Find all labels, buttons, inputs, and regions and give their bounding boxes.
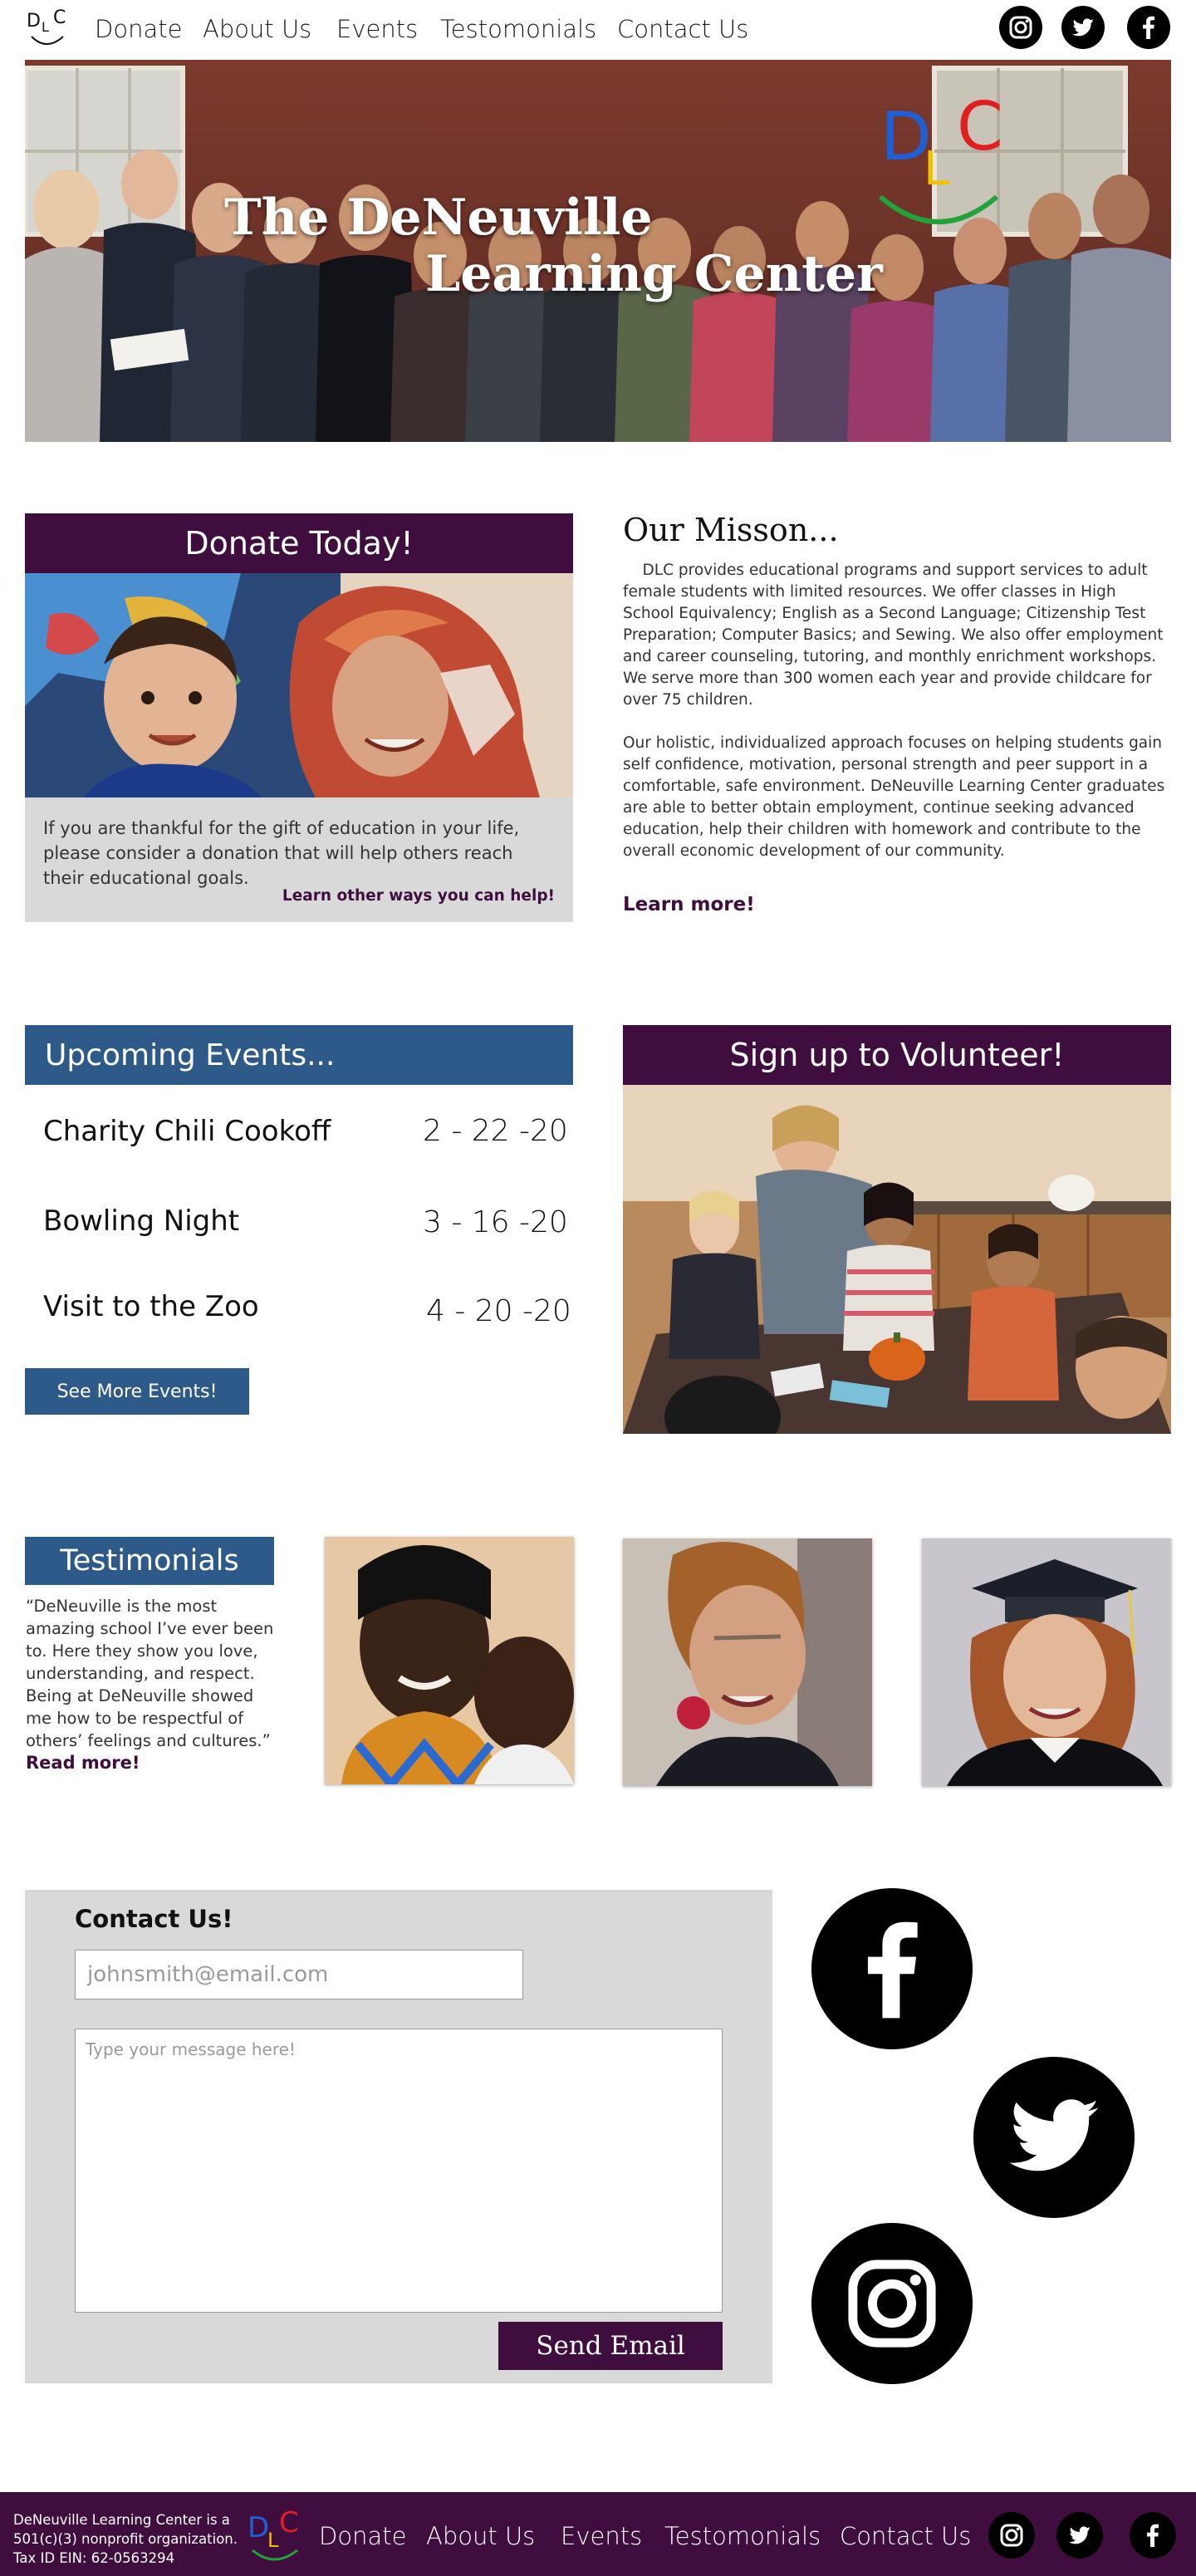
nav-about-us[interactable]: About Us — [203, 15, 311, 43]
nav-testimonials[interactable]: Testomonials — [440, 15, 596, 43]
nav-events[interactable]: Events — [336, 15, 418, 43]
twitter-icon[interactable] — [973, 2057, 1135, 2218]
hero-banner: D L C The DeNeuville Learning Center — [25, 60, 1171, 442]
svg-text:C: C — [53, 7, 66, 28]
footer-nav-contact-us[interactable]: Contact Us — [840, 2522, 971, 2550]
mission-heading: Our Misson... — [623, 512, 839, 548]
see-more-events-button[interactable]: See More Events! — [25, 1368, 249, 1415]
footer: DeNeuville Learning Center is a 501(c)(3… — [0, 2492, 1196, 2576]
testimonial-quote: “DeNeuville is the most amazing school I… — [26, 1595, 275, 1774]
mission-paragraph-1: DLC provides educational programs and su… — [623, 562, 1169, 709]
footer-nav-donate[interactable]: Donate — [319, 2522, 406, 2550]
svg-text:D: D — [27, 11, 41, 32]
nav-contact-us[interactable]: Contact Us — [617, 15, 748, 43]
mission-paragraph-2: Our holistic, individualized approach fo… — [623, 734, 1165, 860]
nav-donate[interactable]: Donate — [95, 15, 182, 43]
instagram-icon[interactable] — [999, 6, 1042, 49]
svg-text:C: C — [957, 88, 1003, 165]
volunteer-heading[interactable]: Sign up to Volunteer! — [623, 1025, 1171, 1085]
footer-org-line: DeNeuville Learning Center is a — [13, 2512, 230, 2528]
testimonial-photo-2[interactable] — [623, 1538, 872, 1786]
event-name: Charity Chili Cookoff — [43, 1115, 331, 1148]
email-placeholder: johnsmith@email.com — [87, 1962, 329, 1987]
footer-nav-testimonials[interactable]: Testomonials — [664, 2522, 821, 2550]
svg-text:C: C — [279, 2507, 299, 2539]
donate-help-link[interactable]: Learn other ways you can help! — [282, 887, 555, 905]
donate-text: If you are thankful for the gift of educ… — [43, 818, 520, 888]
footer-org-line: 501(c)(3) nonprofit organization. — [13, 2531, 238, 2547]
facebook-icon[interactable] — [811, 1888, 973, 2049]
svg-text:L: L — [267, 2529, 279, 2552]
testimonial-read-more-link[interactable]: Read more! — [26, 1753, 140, 1773]
facebook-icon[interactable] — [1127, 6, 1170, 49]
events-heading: Upcoming Events... — [25, 1025, 573, 1085]
event-date: 2 - 22 -20 — [423, 1114, 568, 1148]
event-name: Bowling Night — [43, 1205, 240, 1238]
instagram-icon[interactable] — [811, 2223, 973, 2384]
footer-nav-events[interactable]: Events — [561, 2522, 642, 2550]
instagram-icon[interactable] — [988, 2512, 1035, 2559]
mission-learn-more-link[interactable]: Learn more! — [623, 894, 755, 915]
testimonial-quote-text: “DeNeuville is the most amazing school I… — [26, 1597, 274, 1750]
testimonial-photo-1[interactable] — [325, 1537, 574, 1784]
facebook-icon[interactable] — [1130, 2512, 1176, 2559]
dlc-logo[interactable]: D L C — [23, 3, 73, 53]
testimonial-photo-3[interactable] — [922, 1538, 1171, 1786]
contact-heading: Contact Us! — [75, 1905, 233, 1933]
contact-form: Contact Us! johnsmith@email.com Type you… — [25, 1890, 772, 2383]
footer-nav-about-us[interactable]: About Us — [426, 2522, 535, 2550]
footer-tax-id: Tax ID EIN: 62-0563294 — [13, 2550, 175, 2566]
event-date: 4 - 20 -20 — [426, 1294, 571, 1328]
footer-org-info: DeNeuville Learning Center is a 501(c)(3… — [13, 2510, 238, 2568]
svg-text:D: D — [248, 2511, 269, 2544]
volunteer-photo — [623, 1085, 1171, 1434]
hero-title-line2: Learning Center — [425, 245, 883, 303]
donate-heading: Donate Today! — [25, 513, 573, 573]
donate-photo — [25, 573, 573, 797]
twitter-icon[interactable] — [1056, 2512, 1103, 2559]
message-placeholder: Type your message here! — [86, 2039, 296, 2059]
email-field[interactable]: johnsmith@email.com — [75, 1950, 523, 1999]
hero-title-line1: The DeNeuville — [224, 189, 653, 247]
event-date: 3 - 16 -20 — [423, 1205, 568, 1239]
donate-body: If you are thankful for the gift of educ… — [25, 797, 573, 922]
testimonials-heading: Testimonials — [25, 1537, 274, 1585]
message-field[interactable]: Type your message here! — [75, 2029, 723, 2313]
footer-dlc-logo[interactable]: D L C — [246, 2506, 304, 2565]
svg-text:L: L — [924, 142, 949, 196]
send-email-button[interactable]: Send Email — [498, 2322, 723, 2370]
event-name: Visit to the Zoo — [43, 1290, 259, 1323]
twitter-icon[interactable] — [1061, 6, 1105, 49]
svg-text:L: L — [42, 19, 49, 35]
